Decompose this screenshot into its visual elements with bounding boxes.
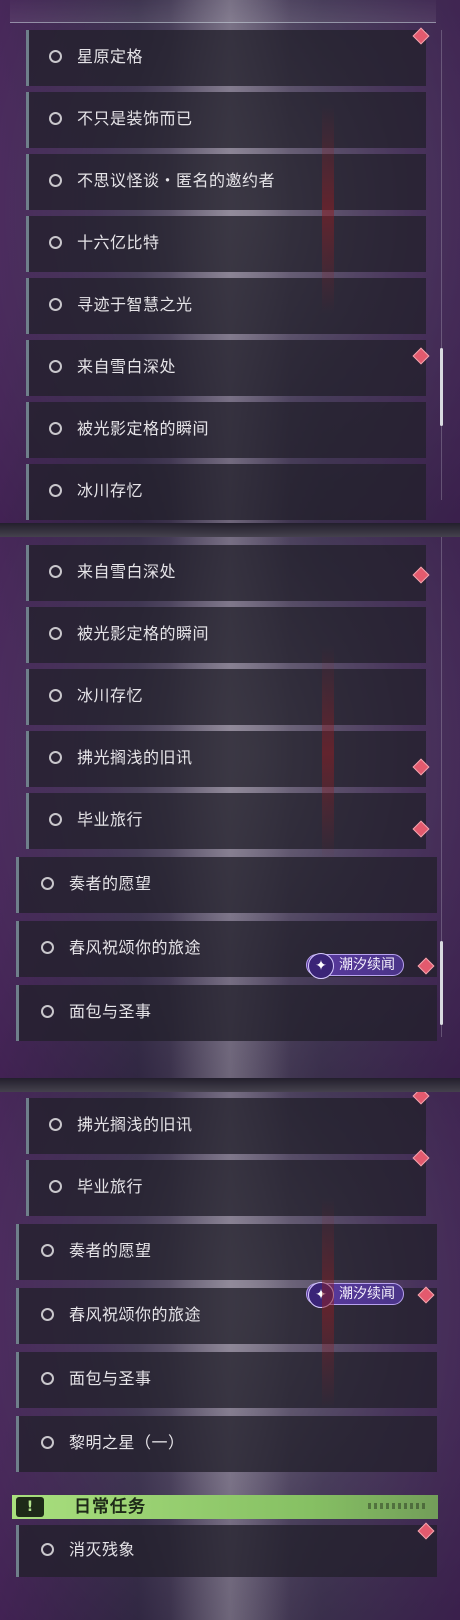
alert-icon: ! <box>16 1497 44 1517</box>
status-circle-icon <box>41 1308 54 1321</box>
segment-divider <box>0 523 460 537</box>
quest-label: 拂光搁浅的旧讯 <box>77 748 193 767</box>
quest-label: 寻迹于智慧之光 <box>77 295 193 314</box>
quest-item[interactable]: 拂光搁浅的旧讯 <box>26 1098 426 1154</box>
quest-item[interactable]: 冰川存忆 <box>26 464 426 520</box>
section-title: 日常任务 <box>74 1497 146 1517</box>
quest-label: 冰川存忆 <box>77 481 144 500</box>
quest-label: 拂光搁浅的旧讯 <box>77 1115 193 1134</box>
status-circle-icon <box>41 941 54 954</box>
daily-tasks-header[interactable]: ! 日常任务 <box>12 1495 438 1519</box>
tag-label: 潮汐续闻 <box>339 957 395 973</box>
status-circle-icon <box>49 1118 62 1131</box>
quest-label: 毕业旅行 <box>77 1177 144 1196</box>
quest-item[interactable]: 来自雪白深处 <box>26 545 426 601</box>
quest-item[interactable]: 冰川存忆 <box>26 669 426 725</box>
status-circle-icon <box>49 813 62 826</box>
status-circle-icon <box>49 565 62 578</box>
quest-label: 来自雪白深处 <box>77 562 177 581</box>
quest-label: 毕业旅行 <box>77 810 144 829</box>
quest-label: 黎明之星（一） <box>69 1433 185 1452</box>
quest-label: 星原定格 <box>77 47 144 66</box>
status-circle-icon <box>49 174 62 187</box>
quest-item[interactable]: 毕业旅行 <box>26 793 426 849</box>
quest-label: 春风祝颂你的旅途 <box>69 938 202 957</box>
status-circle-icon <box>49 112 62 125</box>
quest-item[interactable]: 拂光搁浅的旧讯 <box>26 731 426 787</box>
quest-item[interactable]: 奏者的愿望 <box>16 1224 437 1280</box>
quest-item[interactable]: 不只是装饰而已 <box>26 92 426 148</box>
sparkle-icon: ✦ <box>308 953 334 979</box>
list-top-edge <box>10 0 436 23</box>
tag-label: 潮汐续闻 <box>339 1286 395 1302</box>
scrollbar-thumb[interactable] <box>440 941 443 1025</box>
status-circle-icon <box>41 1372 54 1385</box>
scrollbar-thumb[interactable] <box>440 348 443 426</box>
status-circle-icon <box>41 1005 54 1018</box>
quest-label: 消灭残象 <box>69 1540 136 1559</box>
quest-item[interactable]: 被光影定格的瞬间 <box>26 402 426 458</box>
status-circle-icon <box>41 1543 54 1556</box>
quest-label: 奏者的愿望 <box>69 874 152 893</box>
status-circle-icon <box>49 689 62 702</box>
quest-item[interactable]: 面包与圣事 <box>16 985 437 1041</box>
tidal-continuation-tag: ✦ 潮汐续闻 <box>306 1282 404 1308</box>
quest-label: 十六亿比特 <box>77 233 160 252</box>
quest-list-panel-1: 星原定格 不只是装饰而已 不思议怪谈・匿名的邀约者 十六亿比特 寻迹于智慧之光 … <box>0 0 460 523</box>
status-circle-icon <box>49 236 62 249</box>
quest-item[interactable]: 黎明之星（一） <box>16 1416 437 1472</box>
quest-item[interactable]: 不思议怪谈・匿名的邀约者 <box>26 154 426 210</box>
status-circle-icon <box>41 877 54 890</box>
quest-label: 冰川存忆 <box>77 686 144 705</box>
quest-item[interactable]: 消灭残象 <box>16 1525 437 1577</box>
status-circle-icon <box>49 50 62 63</box>
quest-item[interactable]: 十六亿比特 <box>26 216 426 272</box>
quest-label: 不思议怪谈・匿名的邀约者 <box>77 171 276 190</box>
quest-label: 面包与圣事 <box>69 1002 152 1021</box>
quest-item[interactable]: 毕业旅行 <box>26 1160 426 1216</box>
quest-list-panel-2: 来自雪白深处 被光影定格的瞬间 冰川存忆 拂光搁浅的旧讯 毕业旅行 奏者的愿望 … <box>0 537 460 1078</box>
quest-label: 春风祝颂你的旅途 <box>69 1305 202 1324</box>
quest-label: 面包与圣事 <box>69 1369 152 1388</box>
quest-label: 被光影定格的瞬间 <box>77 419 210 438</box>
quest-item[interactable]: 奏者的愿望 <box>16 857 437 913</box>
status-circle-icon <box>41 1436 54 1449</box>
status-circle-icon <box>49 627 62 640</box>
scrollbar-track[interactable] <box>441 30 442 500</box>
quest-item[interactable]: 来自雪白深处 <box>26 340 426 396</box>
quest-item[interactable]: 寻迹于智慧之光 <box>26 278 426 334</box>
status-circle-icon <box>49 484 62 497</box>
header-decoration <box>368 1503 428 1509</box>
quest-list-panel-3: 拂光搁浅的旧讯 毕业旅行 奏者的愿望 春风祝颂你的旅途 面包与圣事 黎明之星（一… <box>0 1092 460 1620</box>
sparkle-icon: ✦ <box>308 1282 334 1308</box>
status-circle-icon <box>49 751 62 764</box>
segment-divider <box>0 1078 460 1092</box>
quest-item[interactable]: 被光影定格的瞬间 <box>26 607 426 663</box>
status-circle-icon <box>49 422 62 435</box>
quest-label: 来自雪白深处 <box>77 357 177 376</box>
quest-label: 被光影定格的瞬间 <box>77 624 210 643</box>
quest-label: 奏者的愿望 <box>69 1241 152 1260</box>
status-circle-icon <box>49 360 62 373</box>
quest-item[interactable]: 星原定格 <box>26 30 426 86</box>
quest-item[interactable]: 面包与圣事 <box>16 1352 437 1408</box>
tidal-continuation-tag: ✦ 潮汐续闻 <box>306 953 404 979</box>
status-circle-icon <box>49 1180 62 1193</box>
status-circle-icon <box>41 1244 54 1257</box>
quest-label: 不只是装饰而已 <box>77 109 193 128</box>
status-circle-icon <box>49 298 62 311</box>
